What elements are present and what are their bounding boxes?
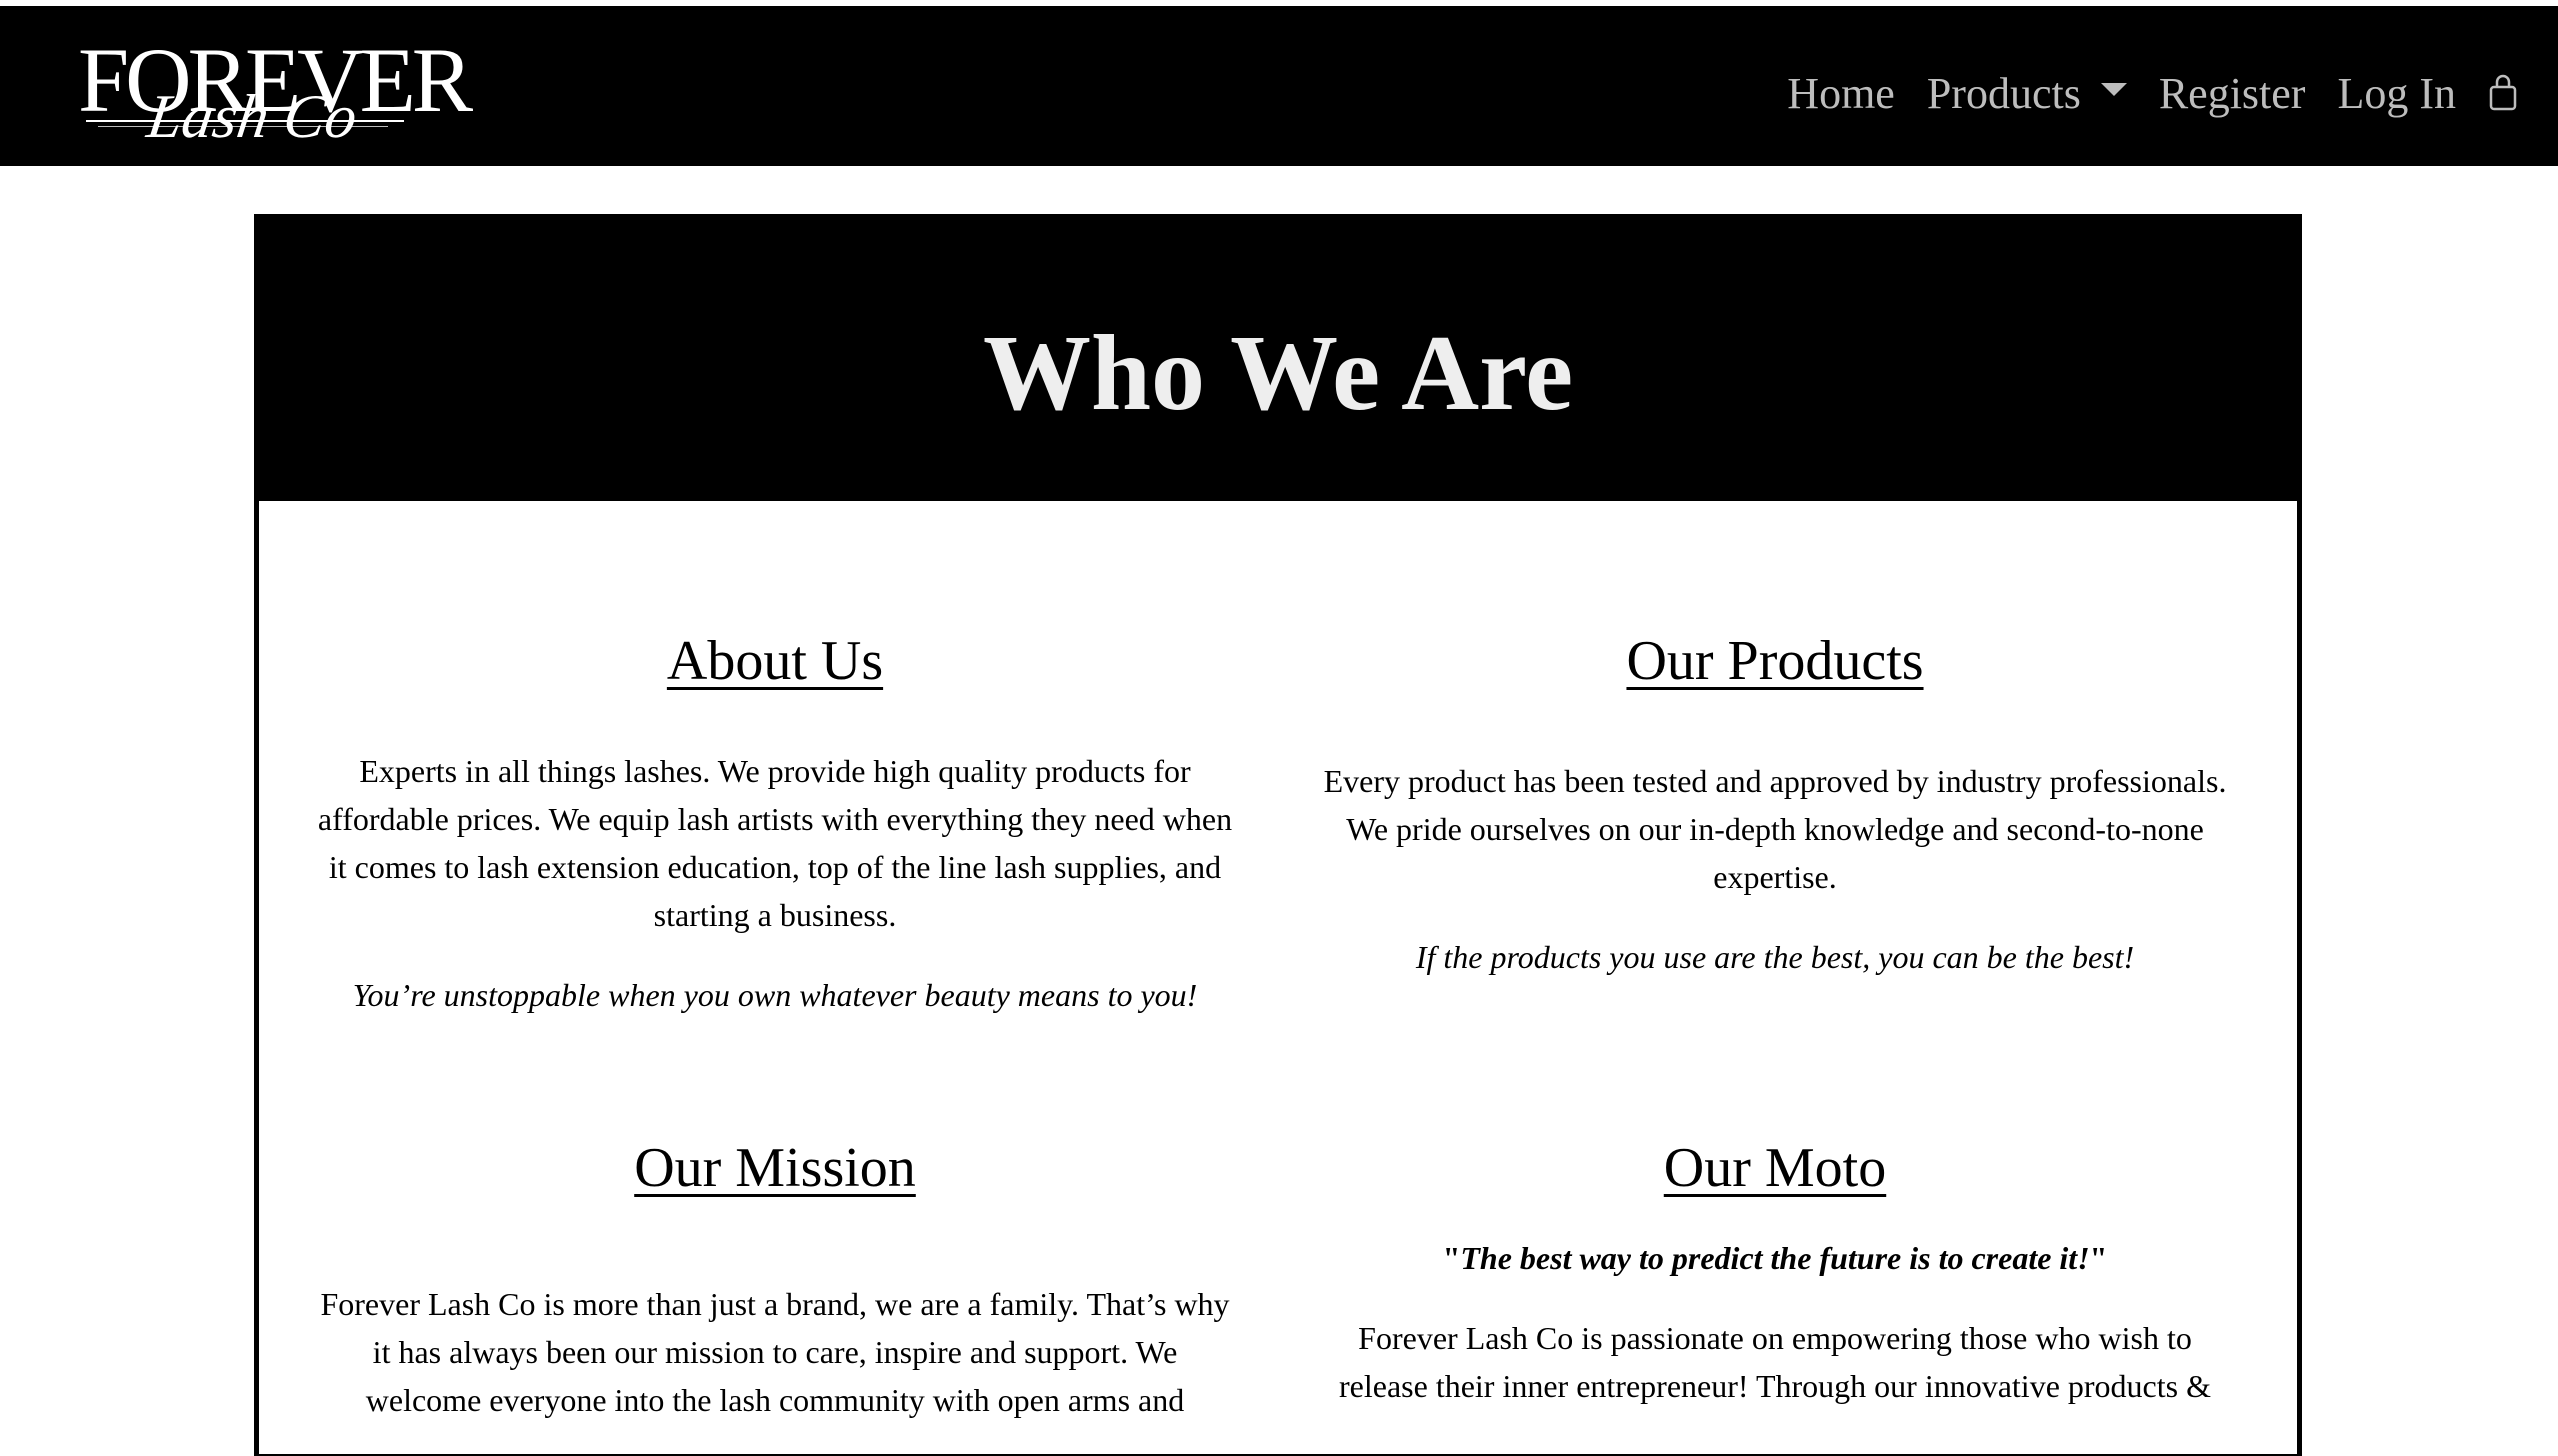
about-body: Experts in all things lashes. We provide… [317,752,1233,933]
moto-body: Forever Lash Co is passionate on empower… [1339,1319,2211,1404]
products-body: Every product has been tested and approv… [1323,762,2227,895]
logo-script: Lash Co [143,83,362,151]
nav-home-link[interactable]: Home [1787,68,1895,119]
about-tagline: You’re unstoppable when you own whatever… [352,976,1198,1013]
about-section: About Us Experts in all things lashes. W… [314,630,1236,1019]
moto-quote-close: " [2089,1239,2108,1276]
nav-login-link[interactable]: Log In [2337,68,2456,119]
shopping-bag-glyph [2489,74,2517,111]
caret-down-icon [2100,82,2127,96]
content-panel-inner: About Us Experts in all things lashes. W… [257,499,2299,1456]
about-title: About Us [666,630,884,692]
products-tagline: If the products you use are the best, yo… [1415,938,2135,975]
products-title: Our Products [1626,630,1924,692]
mission-section: Our Mission Forever Lash Co is more than… [314,1137,1236,1424]
moto-quote-text: The best way to predict the future is to… [1460,1239,2090,1276]
nav-links: Home Products Register Log In [1755,58,2518,128]
shopping-bag-icon[interactable] [2488,73,2518,113]
page-title: Who We Are [982,314,1574,433]
navbar: FOREVER Lash Co Home Products Register L… [0,6,2558,166]
nav-products-dropdown[interactable]: Products [1927,68,2127,119]
moto-title: Our Moto [1663,1137,1887,1199]
moto-section: Our Moto "The best way to predict the fu… [1315,1137,2235,1410]
nav-products-label: Products [1926,68,2081,118]
brand-logo[interactable]: FOREVER Lash Co [78,34,473,154]
hero-banner: Who We Are [254,214,2302,496]
moto-quote: "The best way to predict the future is t… [1315,1234,2235,1282]
products-section: Our Products Every product has been test… [1315,630,2235,981]
mission-title: Our Mission [634,1137,916,1199]
mission-body: Forever Lash Co is more than just a bran… [320,1285,1230,1418]
content-panel: About Us Experts in all things lashes. W… [254,496,2302,1456]
nav-register-link[interactable]: Register [2159,68,2306,119]
moto-quote-open: " [1442,1239,1461,1276]
